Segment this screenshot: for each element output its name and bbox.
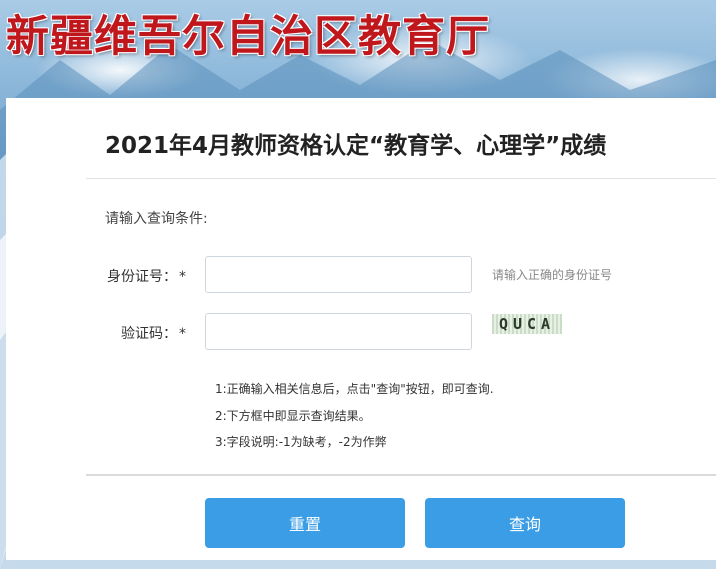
- query-prompt: 请输入查询条件:: [105, 211, 208, 227]
- instruction-line: 2:下方框中即显示查询结果。: [215, 408, 371, 423]
- page-title: 2021年4月教师资格认定“教育学、心理学”成绩: [105, 133, 607, 159]
- id-label-text: 身份证号：: [107, 269, 177, 285]
- reset-button[interactable]: 重置: [205, 498, 405, 548]
- required-mark: *: [179, 269, 186, 285]
- query-card: 2021年4月教师资格认定“教育学、心理学”成绩 请输入查询条件: 身份证号： *…: [6, 98, 716, 560]
- captcha-image[interactable]: QUCA: [492, 314, 562, 334]
- captcha-input[interactable]: [205, 313, 472, 350]
- instruction-line: 1:正确输入相关信息后，点击"查询"按钮，即可查询.: [215, 382, 494, 396]
- instruction-line: 3:字段说明:-1为缺考，-2为作弊: [215, 435, 387, 449]
- query-button[interactable]: 查询: [425, 498, 625, 548]
- id-hint: 请输入正确的身份证号: [492, 268, 613, 282]
- captcha-label: 验证码： *: [6, 323, 186, 343]
- divider: [86, 178, 716, 179]
- instructions: 1:正确输入相关信息后，点击"查询"按钮，即可查询. 2:下方框中即显示查询结果…: [215, 376, 494, 456]
- id-label: 身份证号： *: [6, 266, 186, 286]
- required-mark: *: [179, 326, 186, 342]
- banner-title: 新疆维吾尔自治区教育厅: [6, 12, 490, 62]
- captcha-label-text: 验证码：: [121, 326, 177, 342]
- id-number-input[interactable]: [205, 256, 472, 293]
- result-divider: [86, 474, 716, 476]
